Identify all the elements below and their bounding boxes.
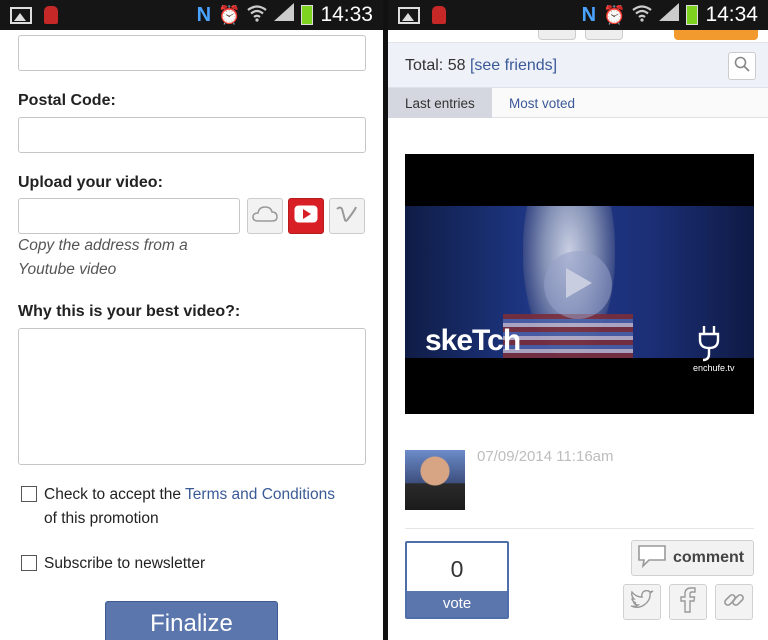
cloud-upload-button[interactable]	[247, 198, 283, 234]
gallery-icon	[398, 6, 420, 24]
postal-code-input[interactable]	[18, 117, 366, 153]
youtube-button[interactable]	[288, 198, 324, 234]
comment-label: comment	[673, 549, 745, 566]
nfc-icon: N	[581, 3, 597, 26]
nfc-icon: N	[196, 3, 212, 26]
twitter-icon	[630, 589, 654, 615]
video-player[interactable]: skeTch enchufe.tv	[405, 154, 754, 414]
entry-date: 07/09/2014 11:16am	[477, 448, 614, 465]
tab-most-voted[interactable]: Most voted	[492, 88, 592, 118]
newsletter-checkbox[interactable]	[21, 555, 37, 571]
tab-last-entries[interactable]: Last entries	[388, 88, 492, 118]
newsletter-label: Subscribe to newsletter	[44, 555, 206, 572]
status-bar: N ⏰ 14:34	[388, 0, 768, 30]
top-field[interactable]	[18, 35, 366, 71]
cloud-icon	[252, 205, 278, 227]
signal-icon	[659, 3, 680, 27]
status-bar: N ⏰ 14:33	[0, 0, 383, 30]
search-button[interactable]	[728, 52, 756, 80]
terms-text: Check to accept the Terms and Conditions…	[44, 483, 374, 531]
terms-checkbox[interactable]	[21, 486, 37, 502]
facebook-share-button[interactable]	[669, 584, 707, 620]
video-figure-shirt	[503, 314, 633, 358]
right-screen: N ⏰ 14:34 Total: 58 [see friends] Last e…	[388, 0, 768, 640]
terms-prefix: Check to accept the	[44, 486, 181, 503]
totals-count: 58	[447, 57, 466, 74]
video-brand: enchufe.tv	[693, 363, 735, 373]
upload-hint-line2: Youtube video	[18, 261, 117, 278]
gallery-icon	[10, 6, 32, 24]
video-title-logo: skeTch	[425, 324, 521, 357]
terms-suffix: of this promotion	[44, 510, 159, 527]
link-share-button[interactable]	[715, 584, 753, 620]
play-button[interactable]	[544, 251, 612, 319]
totals-bar: Total: 58 [see friends]	[388, 42, 768, 88]
finalize-button[interactable]: Finalize	[105, 601, 278, 640]
vote-label: vote	[407, 591, 507, 617]
see-friends-link[interactable]: [see friends]	[470, 57, 557, 74]
twitter-share-button[interactable]	[623, 584, 661, 620]
comment-button[interactable]: comment	[631, 540, 754, 576]
signal-icon	[274, 3, 295, 27]
terms-link[interactable]: Terms and Conditions	[185, 486, 335, 503]
video-url-input[interactable]	[18, 198, 240, 234]
upload-video-label: Upload your video:	[18, 174, 163, 191]
alarm-icon: ⏰	[603, 4, 626, 25]
postal-code-label: Postal Code:	[18, 92, 116, 109]
plug-icon	[696, 322, 722, 367]
comment-icon	[637, 544, 667, 573]
best-video-textarea[interactable]	[18, 328, 366, 465]
play-icon	[563, 266, 593, 305]
divider	[405, 528, 754, 529]
left-screen: N ⏰ 14:33 Postal Code: Upload your video…	[0, 0, 383, 640]
facebook-icon	[680, 586, 696, 618]
header-button-fragment[interactable]	[538, 30, 576, 40]
alarm-icon: ⏰	[218, 4, 241, 25]
entries-tabs: Last entries Most voted	[388, 88, 768, 118]
best-video-label: Why this is your best video?:	[18, 303, 241, 320]
status-time: 14:34	[705, 3, 758, 26]
wifi-icon	[632, 4, 653, 27]
robot-icon	[432, 6, 446, 24]
robot-icon	[44, 6, 58, 24]
search-icon	[734, 56, 750, 77]
status-time: 14:33	[320, 3, 373, 26]
wifi-icon	[247, 4, 268, 27]
header-button-fragment[interactable]	[585, 30, 623, 40]
vimeo-icon	[336, 205, 358, 228]
youtube-icon	[294, 205, 318, 228]
totals-label: Total:	[405, 57, 444, 74]
link-icon	[722, 588, 746, 617]
battery-icon	[686, 5, 699, 25]
header-action-fragment[interactable]	[674, 30, 758, 40]
avatar[interactable]	[405, 450, 465, 510]
battery-icon	[301, 5, 314, 25]
totals-text: Total: 58 [see friends]	[405, 57, 557, 75]
upload-hint-line1: Copy the address from a	[18, 237, 188, 254]
vote-button[interactable]: 0 vote	[405, 541, 509, 619]
vimeo-button[interactable]	[329, 198, 365, 234]
vote-count: 0	[450, 556, 464, 582]
